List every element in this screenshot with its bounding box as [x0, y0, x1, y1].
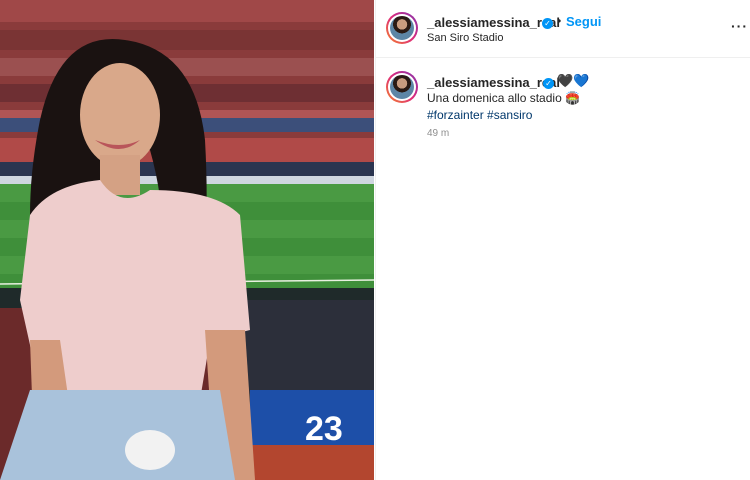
- follow-button[interactable]: Segui: [566, 14, 601, 29]
- caption-text: Una domenica allo stadio 🏟️: [427, 91, 581, 105]
- jersey-number: 23: [305, 410, 343, 448]
- separator-dot: •: [557, 14, 562, 28]
- hashtag-link[interactable]: #sansiro: [487, 108, 532, 122]
- post-header: _alessiamessina_real ✓ • Segui San Siro …: [376, 0, 750, 58]
- author-avatar[interactable]: [386, 12, 418, 44]
- hashtag-link[interactable]: #forzainter: [427, 108, 484, 122]
- stadium-photo-illustration: 23: [0, 0, 374, 480]
- post-side-panel: _alessiamessina_real ✓ • Segui San Siro …: [375, 0, 750, 480]
- verified-badge-icon: ✓: [543, 78, 554, 89]
- heart-emoji-icons: 🖤💙: [557, 73, 590, 88]
- location-link[interactable]: San Siro Stadio: [427, 32, 503, 44]
- caption-hashtags: #forzainter #sansiro: [427, 107, 532, 124]
- author-username[interactable]: _alessiamessina_real: [427, 15, 560, 30]
- caption-author-avatar[interactable]: [386, 71, 418, 103]
- post-photo[interactable]: 23: [0, 0, 374, 480]
- more-options-icon[interactable]: ···: [731, 18, 748, 34]
- verified-badge-icon: ✓: [542, 18, 553, 29]
- caption-username[interactable]: _alessiamessina_real: [427, 75, 560, 90]
- post-timestamp[interactable]: 49 m: [427, 128, 449, 139]
